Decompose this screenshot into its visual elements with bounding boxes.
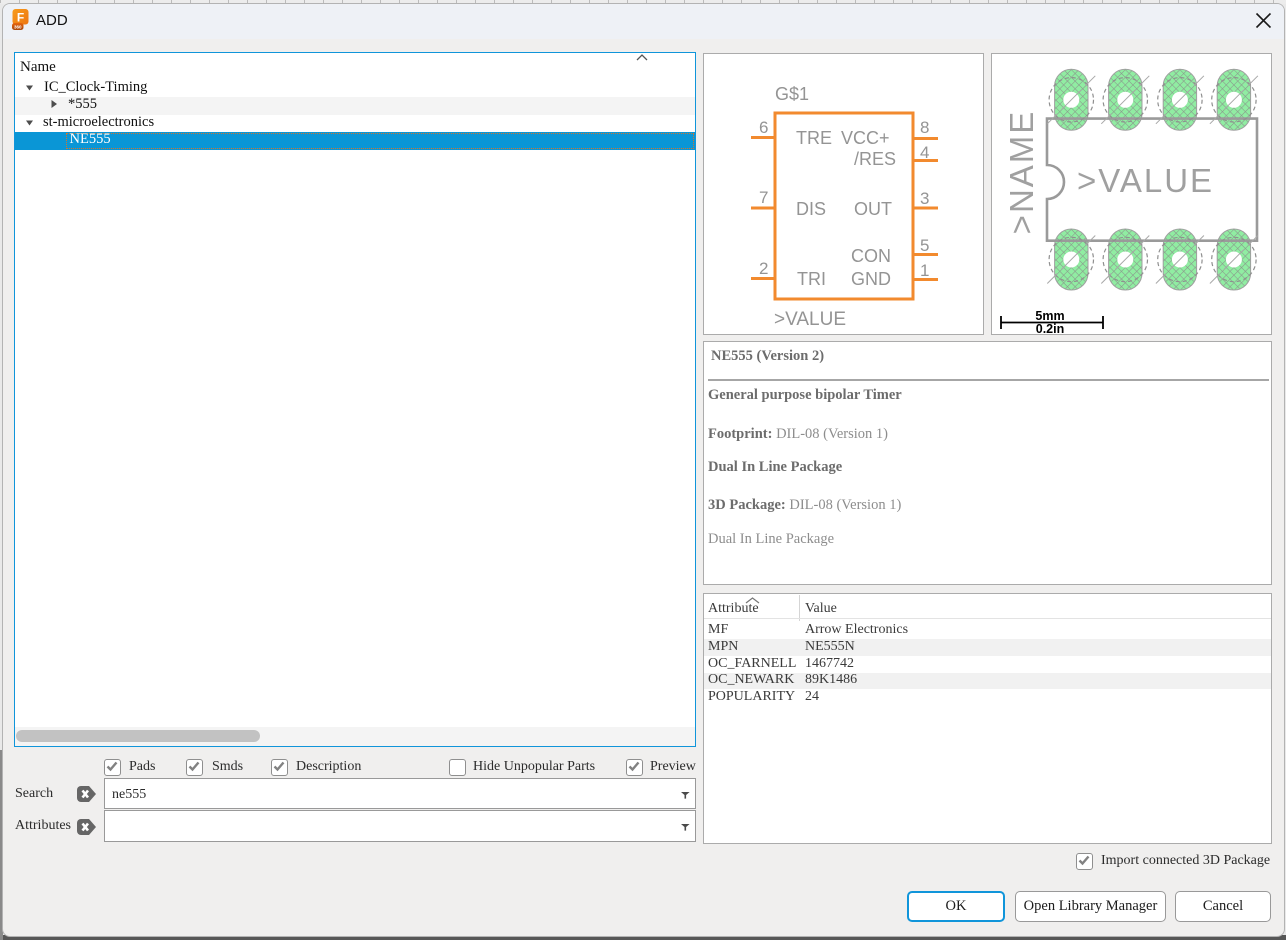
svg-text:DIS: DIS [796,199,826,219]
svg-text:6: 6 [759,118,768,137]
svg-text:OUT: OUT [854,199,892,219]
svg-text:4: 4 [920,143,929,162]
svg-text:G$1: G$1 [775,84,809,104]
svg-text:TRE: TRE [796,128,832,148]
svg-text:>VALUE: >VALUE [1077,162,1214,199]
svg-text:GND: GND [851,269,891,289]
svg-text:5mm: 5mm [1035,309,1064,323]
svg-text:F: F [17,11,24,25]
svg-text:>VALUE: >VALUE [774,309,846,330]
svg-text:3: 3 [920,189,929,208]
svg-text:5: 5 [920,236,929,255]
svg-text:TRI: TRI [797,269,826,289]
svg-text:/RES: /RES [854,149,896,169]
svg-text:0.2in: 0.2in [1036,322,1065,334]
svg-text:>NAME: >NAME [1003,110,1040,235]
svg-text:8: 8 [920,118,929,137]
svg-text:360: 360 [14,24,22,29]
svg-text:CON: CON [851,246,891,266]
svg-text:VCC+: VCC+ [841,128,890,148]
svg-text:2: 2 [759,259,768,278]
svg-text:1: 1 [920,261,929,280]
svg-text:7: 7 [759,188,768,207]
